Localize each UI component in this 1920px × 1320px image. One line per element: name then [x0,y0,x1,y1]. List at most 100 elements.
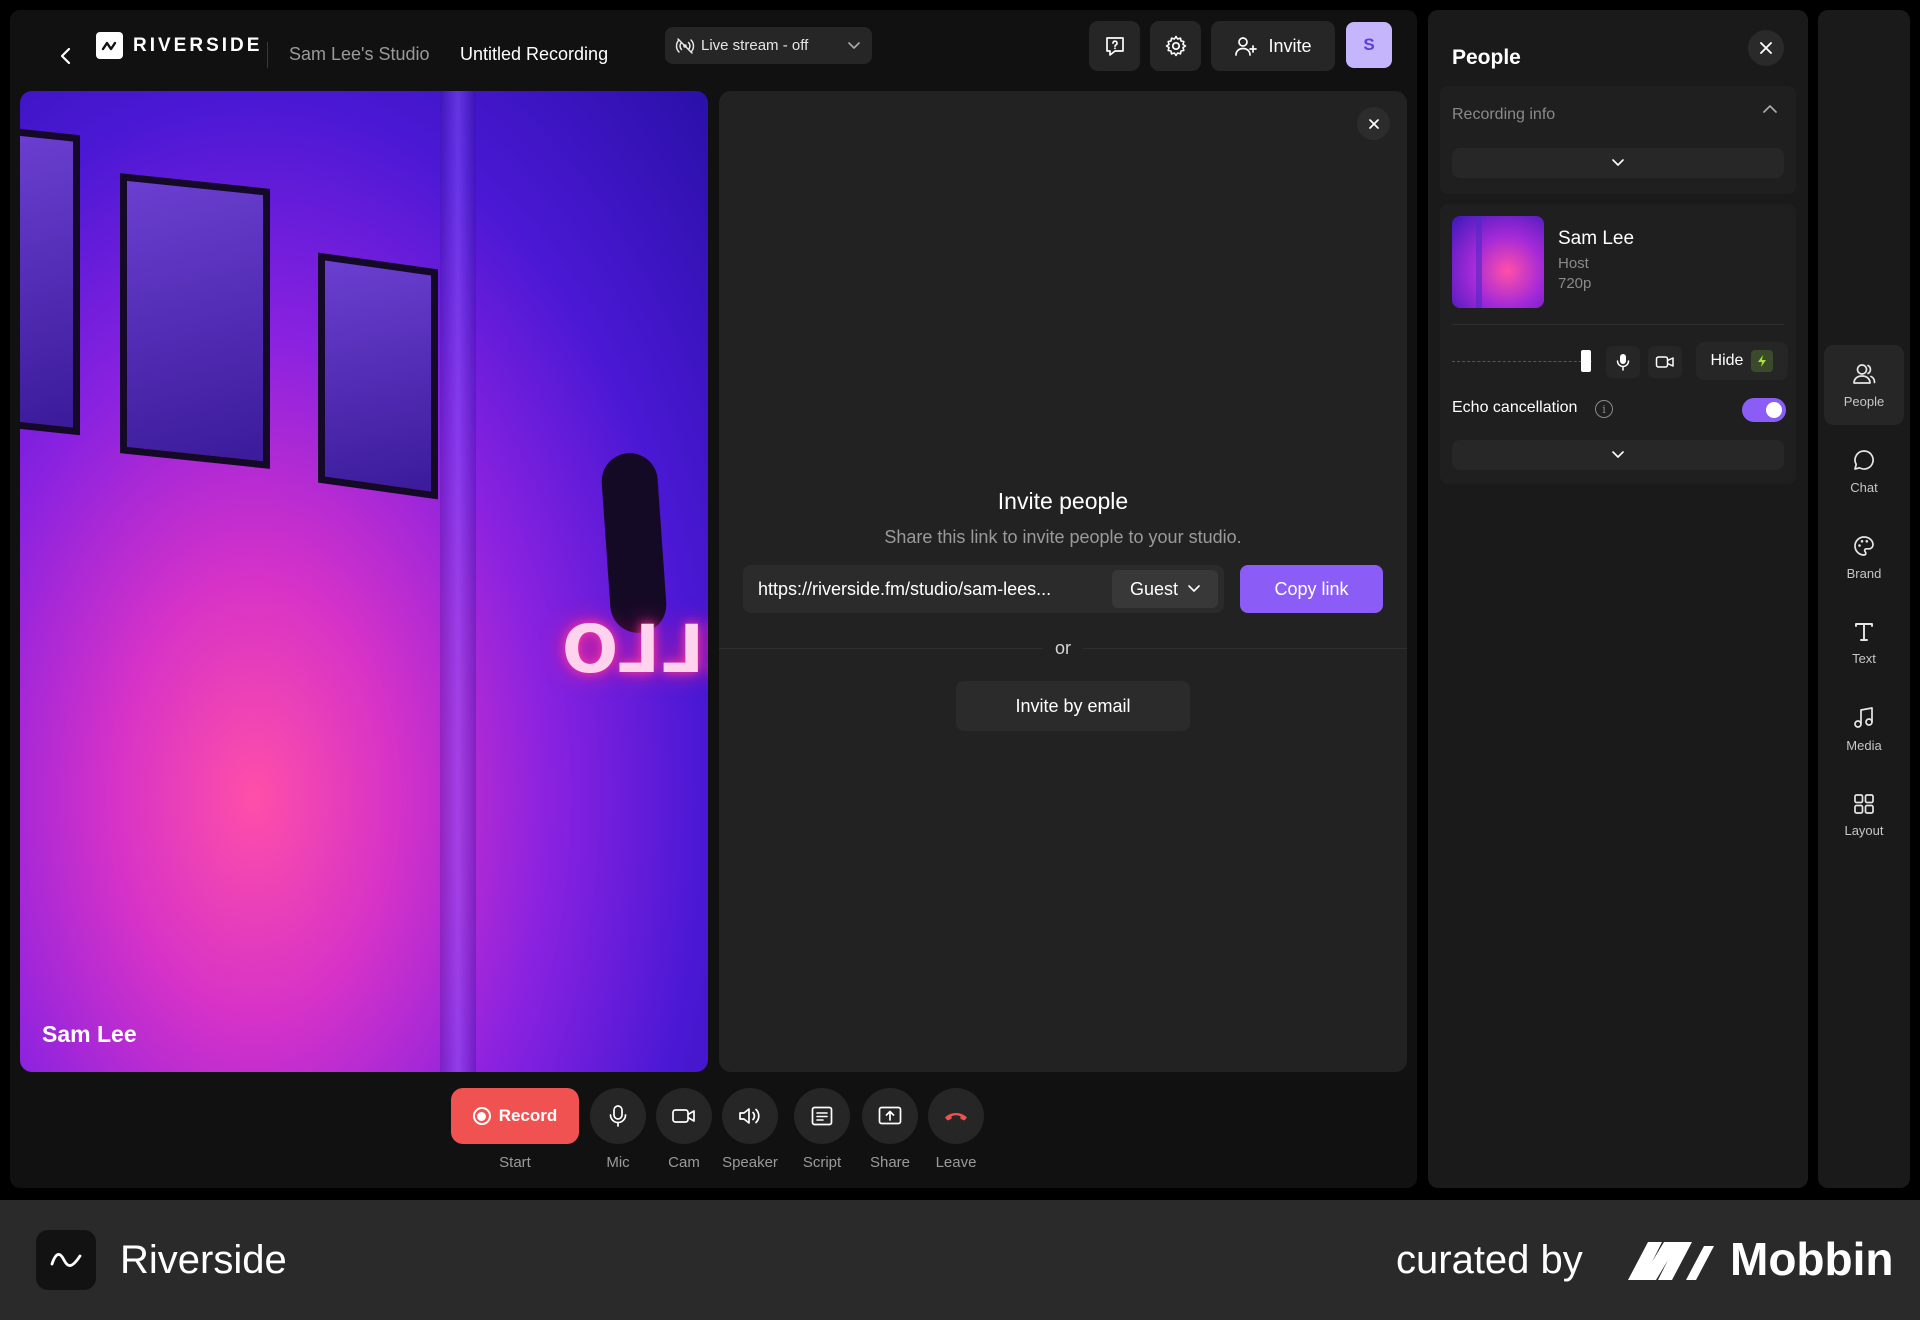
invite-title: Invite people [997,488,1129,514]
record-control: Record Start [451,1088,579,1171]
rail-item-chat[interactable]: Chat [1824,431,1904,511]
participant-card: Sam Lee Host 720p Hide Echo cancellation… [1440,204,1796,484]
studio-window: RIVERSIDE Sam Lee's Studio Untitled Reco… [10,10,1417,1188]
wall-poster-left [20,126,80,436]
top-bar: RIVERSIDE Sam Lee's Studio Untitled Reco… [10,10,1417,86]
wall-lamp [599,451,669,635]
speaker-icon [739,1108,760,1124]
role-value: Guest [1129,578,1179,599]
broadcast-off-icon [675,37,695,54]
invite-link-field[interactable]: https://riverside.fm/studio/sam-lees... … [743,565,1224,613]
footer-curated-by: curated by [1396,1238,1583,1282]
script-icon [811,1106,833,1126]
studio-name[interactable]: Sam Lee's Studio [289,44,430,65]
mic-button[interactable] [590,1088,646,1144]
participant-cam-button[interactable] [1648,346,1682,378]
people-panel: People Recording info Sam Lee Host 720p … [1428,10,1808,1188]
participant-divider [1452,324,1784,325]
speaker-caption: Speaker [722,1154,778,1171]
chevron-up-icon[interactable] [1762,104,1778,114]
mic-icon [609,1105,627,1127]
leave-caption: Leave [935,1154,977,1171]
participant-name-label: Sam Lee [42,1021,137,1047]
wall-edge [440,91,476,1072]
riverside-logo[interactable]: RIVERSIDE [96,32,262,59]
mic-caption: Mic [606,1154,630,1171]
user-avatar[interactable]: S [1346,22,1392,68]
invite-by-email-button[interactable]: Invite by email [956,681,1190,731]
wall-poster-middle [120,173,270,469]
footer-banner: Riverside curated by Mobbin [0,1200,1920,1320]
rail-item-people[interactable]: People [1824,345,1904,425]
close-icon [1760,42,1772,54]
chevron-left-icon [60,47,71,65]
volume-slider-track[interactable] [1452,361,1592,362]
invite-link-text: https://riverside.fm/studio/sam-lees... [758,579,1052,599]
rail-label-layout: Layout [1844,822,1884,838]
brand-name: RIVERSIDE [133,34,263,56]
copy-link-button[interactable]: Copy link [1240,565,1383,613]
invite-button[interactable]: Invite [1211,21,1335,71]
help-button[interactable] [1089,21,1140,71]
settings-button[interactable] [1150,21,1201,71]
riverside-app-icon [36,1230,96,1290]
role-select[interactable]: Guest [1112,570,1218,608]
participant-more-dropdown[interactable] [1452,440,1784,470]
rail-label-text: Text [1852,650,1876,666]
rail-label-brand: Brand [1846,565,1882,581]
recording-info-label: Recording info [1452,106,1556,123]
volume-slider-handle[interactable] [1581,350,1591,372]
rail-label-chat: Chat [1850,479,1878,495]
footer-app-name: Riverside [120,1238,287,1282]
info-icon[interactable]: i [1595,400,1613,418]
neon-sign: HELLO [560,611,708,688]
echo-cancellation-toggle[interactable] [1742,398,1786,422]
close-icon [1368,118,1379,129]
side-rail: People Chat Brand Text Media Layout [1818,10,1910,1188]
leave-control: Leave [928,1088,984,1171]
share-button[interactable] [862,1088,918,1144]
participant-thumbnail [1452,216,1544,308]
livestream-dropdown[interactable]: Live stream - off [665,27,872,64]
invite-subtitle: Share this link to invite people to your… [884,527,1242,547]
invite-panel: Invite people Share this link to invite … [719,91,1407,1072]
participant-mic-button[interactable] [1606,346,1640,378]
recording-info-dropdown[interactable] [1452,148,1784,178]
record-caption: Start [499,1154,531,1171]
mic-control: Mic [590,1088,646,1171]
rail-item-layout[interactable]: Layout [1824,775,1904,855]
people-panel-title: People [1452,46,1521,69]
music-note-icon [1854,706,1873,728]
close-people-panel-button[interactable] [1748,30,1784,66]
chevron-down-icon [848,41,860,49]
chevron-down-icon [1612,451,1624,458]
participant-video-tile[interactable]: HELLO Sam Lee [20,91,708,1072]
close-invite-button[interactable] [1357,107,1390,140]
back-button[interactable] [48,38,84,74]
chevron-down-icon [1188,585,1200,592]
share-caption: Share [869,1154,911,1171]
speaker-button[interactable] [722,1088,778,1144]
rail-item-brand[interactable]: Brand [1824,517,1904,597]
hang-up-icon [945,1113,967,1121]
leave-button[interactable] [928,1088,984,1144]
rail-item-text[interactable]: Text [1824,603,1904,683]
wall-poster-right [318,252,438,500]
cam-button[interactable] [656,1088,712,1144]
rail-item-media[interactable]: Media [1824,689,1904,769]
rail-label-media: Media [1846,737,1882,753]
speaker-control: Speaker [722,1088,778,1171]
text-icon [1855,622,1873,641]
recording-title[interactable]: Untitled Recording [460,44,608,65]
record-button[interactable]: Record [451,1088,579,1144]
hide-participant-button[interactable]: Hide [1696,342,1788,380]
cam-caption: Cam [668,1154,700,1171]
camera-icon [672,1109,695,1123]
chat-icon [1854,449,1874,470]
participant-role: Host [1558,255,1589,272]
echo-cancellation-label: Echo cancellation [1452,399,1578,416]
add-user-icon [1235,37,1258,56]
script-button[interactable] [794,1088,850,1144]
gear-icon [1165,35,1186,57]
palette-icon [1854,535,1874,556]
